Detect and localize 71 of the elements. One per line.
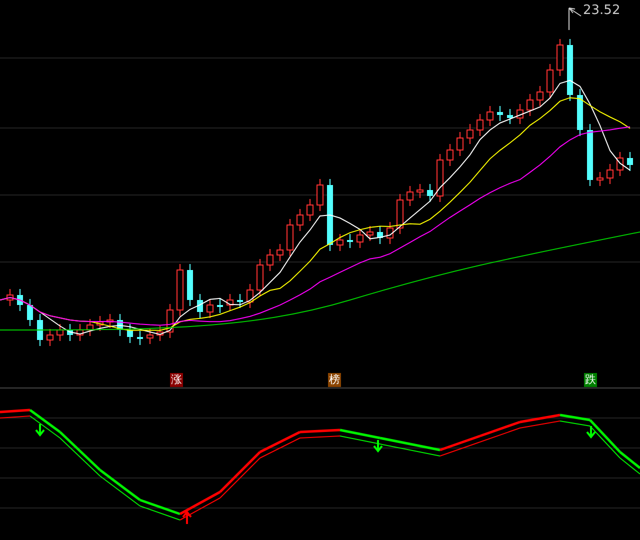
candlestick [456, 132, 464, 156]
signal-badge: 跌 [584, 373, 597, 387]
down-arrow-icon [35, 423, 45, 437]
candlestick [197, 294, 203, 318]
candlestick [256, 258, 264, 296]
candlestick [616, 152, 624, 176]
candlestick [46, 328, 54, 346]
candlestick [56, 324, 64, 342]
candlestick [316, 178, 324, 212]
candlestick [226, 294, 234, 312]
candlestick [526, 94, 534, 116]
candlestick [27, 298, 33, 326]
candlestick [286, 218, 294, 256]
candlestick [466, 124, 474, 144]
candlestick [306, 198, 314, 222]
candlestick [206, 298, 214, 318]
candlestick [497, 106, 503, 122]
down-arrow-icon [586, 425, 596, 439]
candlestick [427, 184, 433, 202]
up-arrow-icon [182, 510, 192, 525]
candlestick [406, 186, 414, 206]
candlestick [396, 194, 404, 234]
candlestick [156, 326, 164, 342]
candlestick [596, 172, 604, 186]
candlestick [76, 324, 84, 342]
candlestick [276, 244, 284, 262]
candlestick [96, 316, 104, 332]
candlestick [587, 124, 593, 186]
candlestick [567, 38, 573, 102]
candlestick [6, 288, 14, 306]
candlestick [127, 324, 133, 344]
candlestick [606, 164, 614, 184]
candlestick [436, 154, 444, 202]
candlestick [347, 234, 353, 248]
signal-badge: 榜 [328, 373, 341, 387]
candlestick [627, 152, 633, 172]
candlestick [446, 144, 454, 166]
candlestick [187, 264, 193, 306]
candlestick [336, 234, 344, 252]
candlestick [17, 288, 23, 312]
candlestick [516, 104, 524, 124]
candlestick [137, 330, 143, 346]
candlestick [67, 324, 73, 342]
candlestick [117, 314, 123, 336]
candlestick [246, 284, 254, 308]
candlestick [416, 184, 424, 198]
candlestick [166, 304, 174, 338]
candlestick [536, 86, 544, 106]
candlestick [377, 226, 383, 244]
leader-line [568, 8, 582, 30]
candlestick [556, 38, 564, 76]
candlestick [356, 228, 364, 248]
candlestick [217, 298, 223, 314]
candlestick [237, 294, 243, 308]
high-price-label: 23.52 [583, 3, 620, 19]
candlestick [176, 264, 184, 316]
down-arrow-icon [373, 439, 383, 453]
candlestick [146, 328, 154, 344]
candlestick [476, 114, 484, 136]
candlestick [366, 226, 374, 242]
candlestick [386, 222, 394, 244]
candlestick [37, 314, 43, 346]
candlestick [86, 318, 94, 336]
candlestick [546, 64, 554, 98]
candlestick [507, 108, 513, 124]
candlestick [106, 314, 114, 328]
candlestick [296, 208, 304, 232]
candlestick [577, 88, 583, 136]
candlestick [266, 248, 274, 272]
signal-badge: 涨 [170, 373, 183, 387]
candlestick [486, 106, 494, 126]
